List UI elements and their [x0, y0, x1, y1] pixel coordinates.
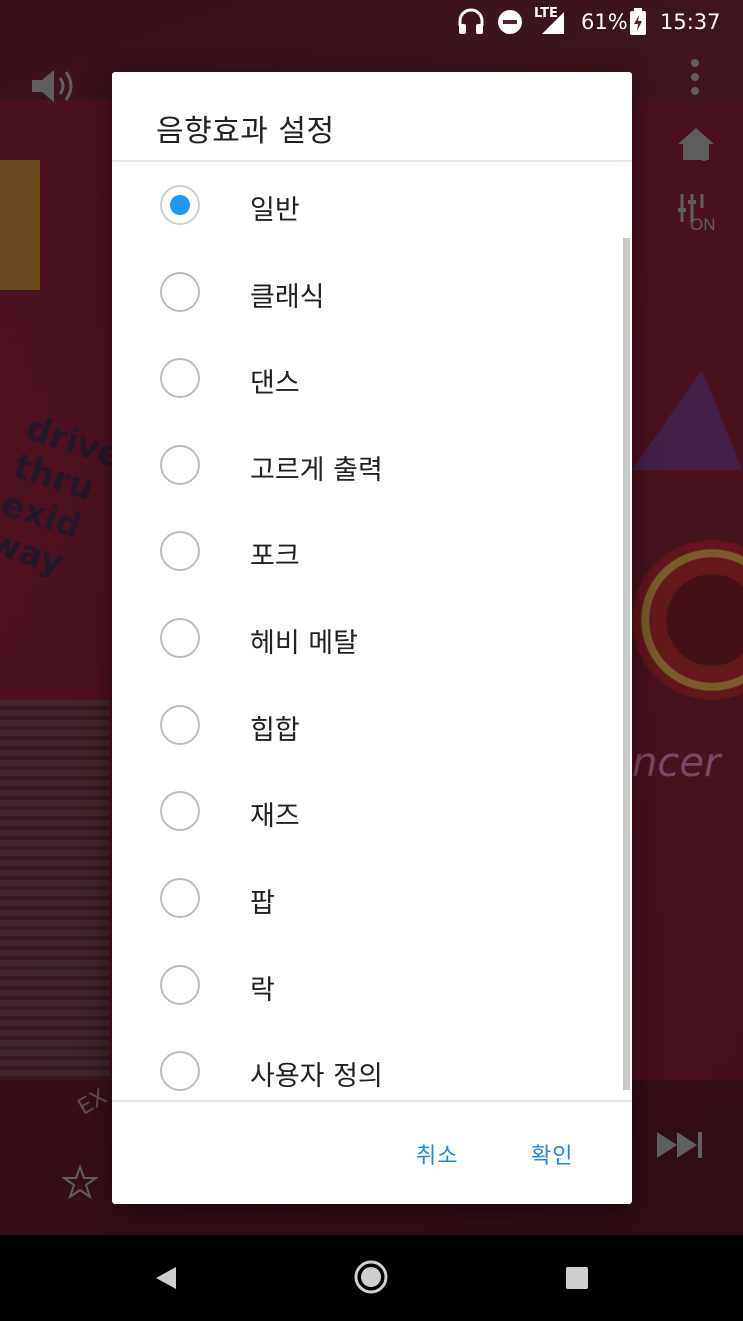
radio-button[interactable]	[160, 791, 200, 831]
radio-button[interactable]	[160, 358, 200, 398]
option-label: 일반	[250, 195, 300, 226]
option-label: 락	[250, 975, 275, 1006]
option-label: 사용자 정의	[250, 1061, 383, 1092]
option-list[interactable]: 일반 클래식 댄스 고르게 출력 포크 헤비 메탈 힙합 재즈 팝 락 사용자 …	[112, 162, 632, 1100]
option-pop[interactable]: 팝	[112, 855, 622, 941]
option-label: 헤비 메탈	[250, 628, 358, 659]
headphones-icon	[457, 8, 485, 41]
confirm-button[interactable]: 확인	[531, 1138, 573, 1170]
radio-button[interactable]	[160, 878, 200, 918]
option-custom[interactable]: 사용자 정의	[112, 1028, 622, 1100]
option-label: 팝	[250, 888, 275, 919]
signal-icon	[538, 10, 566, 41]
option-normal[interactable]: 일반	[112, 162, 622, 248]
recents-icon[interactable]	[565, 1266, 589, 1294]
radio-button[interactable]	[160, 445, 200, 485]
option-label: 클래식	[250, 282, 325, 313]
radio-button[interactable]	[160, 965, 200, 1005]
option-folk[interactable]: 포크	[112, 508, 622, 594]
scrollbar[interactable]	[623, 238, 630, 1090]
option-label: 고르게 출력	[250, 455, 383, 486]
option-dance[interactable]: 댄스	[112, 335, 622, 421]
radio-button[interactable]	[160, 705, 200, 745]
radio-button-checked[interactable]	[160, 185, 200, 225]
status-bar: LTE 61% 15:37	[0, 0, 743, 44]
option-hiphop[interactable]: 힙합	[112, 682, 622, 768]
option-label: 포크	[250, 541, 300, 572]
battery-percent: 61%	[581, 10, 628, 34]
option-label: 댄스	[250, 368, 300, 399]
navigation-bar	[0, 1235, 743, 1321]
cancel-button[interactable]: 취소	[416, 1138, 458, 1170]
option-heavy-metal[interactable]: 헤비 메탈	[112, 595, 622, 681]
option-flat[interactable]: 고르게 출력	[112, 422, 622, 508]
radio-button[interactable]	[160, 1051, 200, 1091]
do-not-disturb-icon	[497, 9, 523, 40]
option-label: 재즈	[250, 801, 300, 832]
battery-charging-icon	[629, 8, 647, 41]
option-rock[interactable]: 락	[112, 942, 622, 1028]
option-classic[interactable]: 클래식	[112, 249, 622, 335]
home-icon[interactable]	[353, 1259, 389, 1299]
radio-button[interactable]	[160, 618, 200, 658]
clock: 15:37	[660, 10, 721, 34]
footer-divider	[112, 1100, 632, 1102]
option-jazz[interactable]: 재즈	[112, 768, 622, 854]
sound-effect-dialog: 음향효과 설정 일반 클래식 댄스 고르게 출력 포크 헤비 메탈 힙합 재즈 …	[112, 72, 632, 1204]
dialog-title: 음향효과 설정	[156, 114, 335, 149]
option-label: 힙합	[250, 715, 300, 746]
radio-button[interactable]	[160, 531, 200, 571]
back-icon[interactable]	[152, 1265, 178, 1295]
radio-button[interactable]	[160, 272, 200, 312]
